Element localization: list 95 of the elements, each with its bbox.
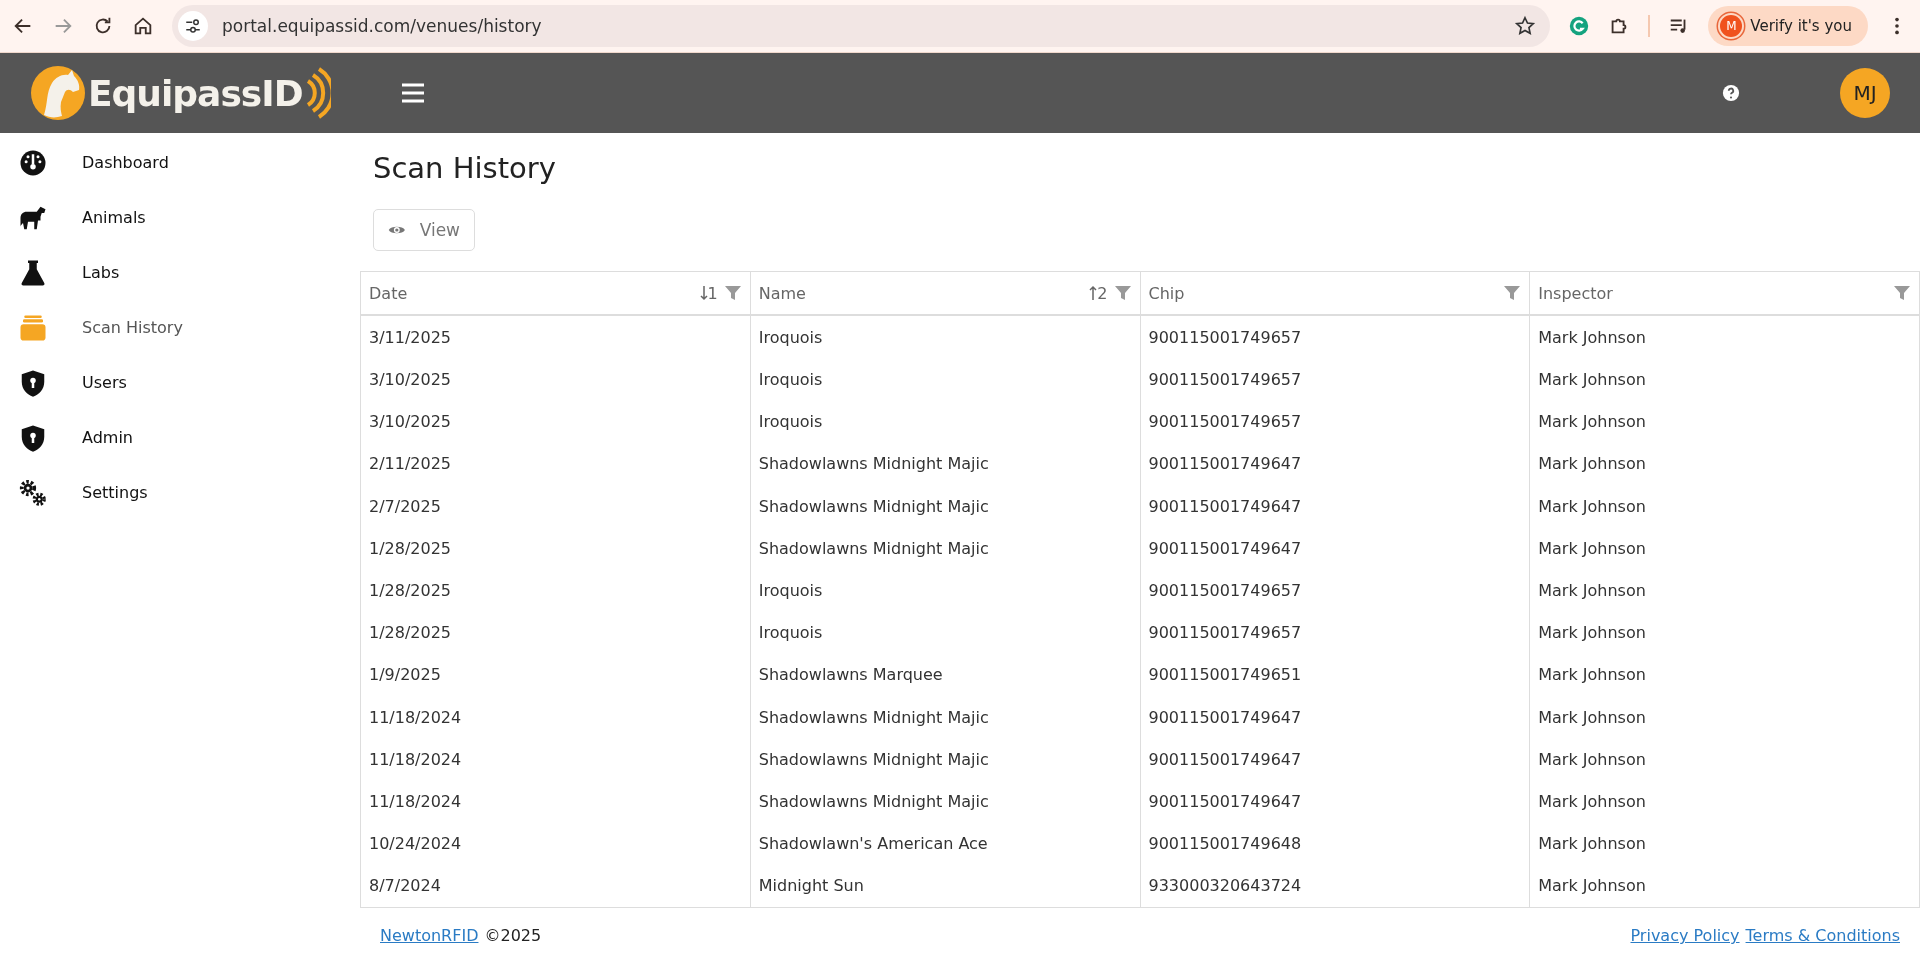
table-cell: Mark Johnson bbox=[1529, 738, 1920, 781]
column-header[interactable]: Date 1 bbox=[360, 271, 751, 316]
table-cell: Mark Johnson bbox=[1529, 780, 1920, 823]
table-cell: 900115001749647 bbox=[1140, 442, 1530, 485]
table-cell: Shadowlawns Midnight Majic bbox=[750, 527, 1140, 570]
company-link[interactable]: NewtonRFID bbox=[380, 926, 479, 946]
url-text: portal.equipassid.com/venues/history bbox=[222, 16, 543, 36]
profile-button[interactable]: M Verify it's you bbox=[1708, 6, 1868, 46]
grammar-extension-icon[interactable] bbox=[1568, 15, 1591, 37]
table-cell: Mark Johnson bbox=[1529, 864, 1920, 908]
table-cell: 900115001749647 bbox=[1140, 695, 1530, 739]
copyright-text: ©2025 bbox=[484, 926, 542, 946]
down-arrow-icon bbox=[699, 285, 708, 302]
sidebar-item[interactable]: Users bbox=[0, 355, 360, 410]
sidebar-item[interactable]: Animals bbox=[0, 190, 360, 245]
table-cell: 900115001749647 bbox=[1140, 738, 1530, 781]
column-header[interactable]: Name 2 bbox=[750, 271, 1140, 316]
table-cell: Mark Johnson bbox=[1529, 653, 1920, 696]
table-cell: 900115001749648 bbox=[1140, 822, 1530, 865]
table-cell: 900115001749647 bbox=[1140, 780, 1530, 823]
filter-icon[interactable] bbox=[1893, 284, 1911, 303]
table-cell: 11/18/2024 bbox=[360, 695, 751, 739]
sidebar-item[interactable]: Labs bbox=[0, 245, 360, 300]
sort-indicator[interactable]: 2 bbox=[1089, 283, 1108, 303]
star-icon[interactable] bbox=[1514, 15, 1537, 37]
gears-icon bbox=[18, 477, 48, 508]
table-cell: Mark Johnson bbox=[1529, 569, 1920, 612]
table-cell: 933000320643724 bbox=[1140, 864, 1530, 908]
table-cell: Iroquois bbox=[750, 611, 1140, 654]
table-cell: 900115001749657 bbox=[1140, 358, 1530, 401]
table-cell: Shadowlawns Midnight Majic bbox=[750, 442, 1140, 485]
table-cell: 900115001749647 bbox=[1140, 485, 1530, 528]
table-cell: Iroquois bbox=[750, 400, 1140, 443]
filter-icon[interactable] bbox=[1503, 284, 1522, 303]
table-cell: 2/7/2025 bbox=[360, 485, 751, 528]
table-cell: Mark Johnson bbox=[1529, 442, 1920, 485]
site-settings-icon[interactable] bbox=[184, 17, 202, 35]
sidebar-item[interactable]: Scan History bbox=[0, 300, 360, 355]
table-cell: Shadowlawns Midnight Majic bbox=[750, 738, 1140, 781]
table-cell: 8/7/2024 bbox=[360, 864, 751, 908]
table-cell: Shadowlawn's American Ace bbox=[750, 822, 1140, 865]
table-cell: 3/10/2025 bbox=[360, 358, 751, 401]
table-cell: 1/9/2025 bbox=[360, 653, 751, 696]
page-title: Scan History bbox=[373, 151, 557, 185]
table-cell: 900115001749651 bbox=[1140, 653, 1530, 696]
table-cell: Mark Johnson bbox=[1529, 611, 1920, 654]
table-cell: 11/18/2024 bbox=[360, 780, 751, 823]
table-cell: Mark Johnson bbox=[1529, 400, 1920, 443]
table-cell: Mark Johnson bbox=[1529, 822, 1920, 865]
sort-indicator[interactable]: 1 bbox=[699, 283, 718, 303]
table-cell: Midnight Sun bbox=[750, 864, 1140, 908]
help-icon[interactable] bbox=[1722, 84, 1740, 102]
table-cell: Shadowlawns Midnight Majic bbox=[750, 695, 1140, 739]
footer-link[interactable]: Terms & Conditions bbox=[1745, 926, 1900, 946]
table-cell: Mark Johnson bbox=[1529, 695, 1920, 739]
table-cell: Mark Johnson bbox=[1529, 315, 1920, 359]
table-cell: Shadowlawns Midnight Majic bbox=[750, 485, 1140, 528]
table-cell: 900115001749647 bbox=[1140, 527, 1530, 570]
table-cell: 3/11/2025 bbox=[360, 315, 751, 359]
home-icon[interactable] bbox=[132, 15, 154, 37]
up-arrow-icon bbox=[1089, 285, 1098, 302]
signal-waves-icon bbox=[304, 65, 331, 121]
table-cell: Iroquois bbox=[750, 569, 1140, 612]
table-cell: 2/11/2025 bbox=[360, 442, 751, 485]
column-header[interactable]: Chip bbox=[1140, 271, 1530, 316]
table-cell: 11/18/2024 bbox=[360, 738, 751, 781]
table-cell: 900115001749657 bbox=[1140, 315, 1530, 359]
table-cell: Iroquois bbox=[750, 315, 1140, 359]
table-cell: 3/10/2025 bbox=[360, 400, 751, 443]
footer-link[interactable]: Privacy Policy bbox=[1630, 926, 1740, 946]
table-cell: Shadowlawns Midnight Majic bbox=[750, 780, 1140, 823]
user-avatar[interactable]: MJ bbox=[1840, 68, 1890, 118]
table-cell: Mark Johnson bbox=[1529, 485, 1920, 528]
filter-icon[interactable] bbox=[723, 284, 742, 303]
table-cell: 1/28/2025 bbox=[360, 569, 751, 612]
table-cell: 1/28/2025 bbox=[360, 527, 751, 570]
table-cell: Iroquois bbox=[750, 358, 1140, 401]
filter-icon[interactable] bbox=[1113, 284, 1132, 303]
table-cell: Shadowlawns Marquee bbox=[750, 653, 1140, 696]
address-bar[interactable]: portal.equipassid.com/venues/history bbox=[172, 5, 1551, 47]
table-cell: 900115001749657 bbox=[1140, 569, 1530, 612]
table-cell: 1/28/2025 bbox=[360, 611, 751, 654]
table-cell: 10/24/2024 bbox=[360, 822, 751, 865]
table-cell: 900115001749657 bbox=[1140, 611, 1530, 654]
sidebar-item[interactable]: Admin bbox=[0, 410, 360, 465]
view-button[interactable]: View bbox=[373, 209, 475, 252]
horse-head-logo-icon[interactable] bbox=[30, 65, 86, 121]
table-cell: Mark Johnson bbox=[1529, 358, 1920, 401]
logo-text: EquipassID bbox=[88, 72, 303, 114]
column-header[interactable]: Inspector bbox=[1529, 271, 1920, 316]
sidebar-item[interactable]: Dashboard bbox=[0, 135, 360, 190]
table-cell: Mark Johnson bbox=[1529, 527, 1920, 570]
sidebar-item[interactable]: Settings bbox=[0, 465, 360, 520]
menu-icon[interactable] bbox=[400, 82, 425, 104]
table-cell: 900115001749657 bbox=[1140, 400, 1530, 443]
